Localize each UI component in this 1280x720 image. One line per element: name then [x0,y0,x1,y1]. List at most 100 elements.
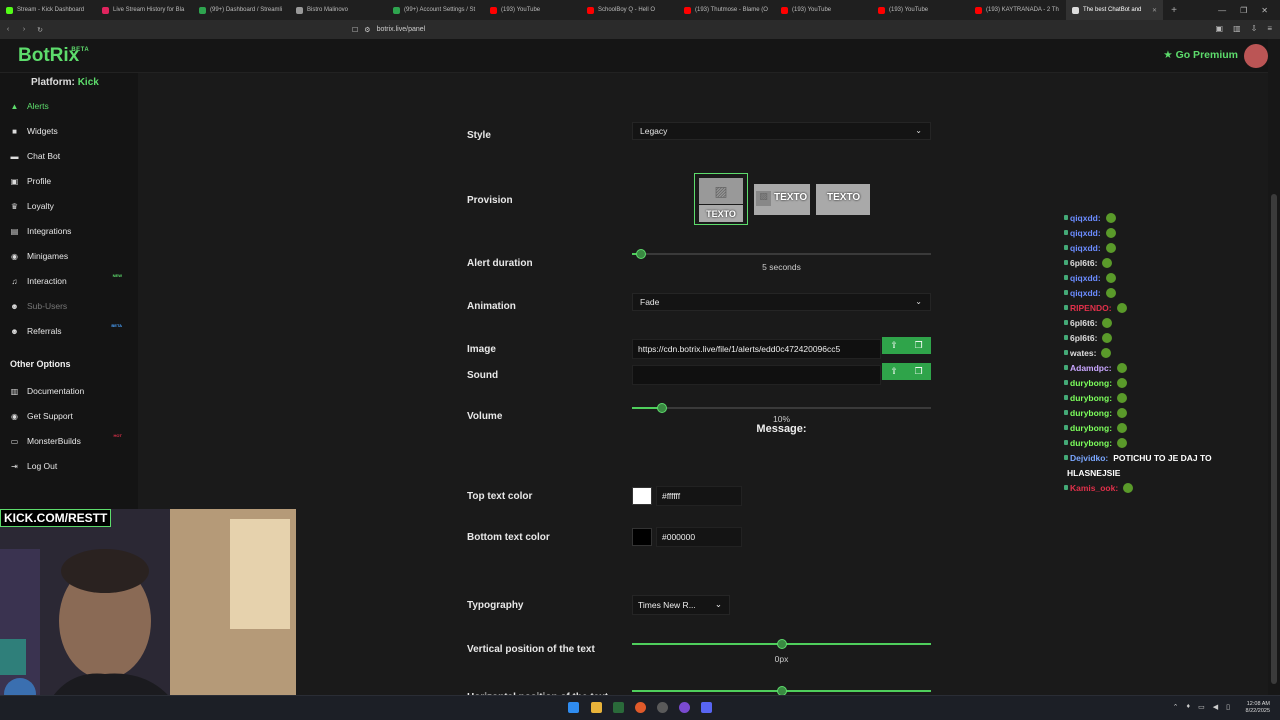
extension-icon[interactable]: ▣ [1216,24,1224,33]
twitch-icon[interactable] [679,702,690,713]
style-select[interactable]: Legacy ⌄ [632,122,931,140]
chat-username: qiqxdd: [1070,242,1101,253]
bottom-color-swatch[interactable] [632,528,652,546]
gallery-icon[interactable]: ❐ [915,366,923,377]
browser-tab[interactable]: (193) YouTube [775,0,872,20]
stream-chat-overlay: qiqxdd: qiqxdd: qiqxdd: 6pl6t6: qiqxdd: qiqxd… [1064,210,1254,495]
maximize-icon[interactable]: ❐ [1240,6,1247,15]
provision-option-stacked[interactable]: ▨ TEXTO [694,173,748,225]
provision-option-side[interactable]: ▨ TEXTO [754,184,810,215]
avatar[interactable] [1244,44,1268,68]
sidebar-item-widgets[interactable]: ■ Widgets [10,123,130,139]
reload-icon[interactable]: ↻ [32,26,48,34]
browser-tab[interactable]: (193) YouTube [872,0,969,20]
sidebar-item-referrals[interactable]: ☻ Referrals BETA [10,323,130,339]
bookmark-icon[interactable]: ☐ [352,26,358,34]
browser-tab[interactable]: The best ChatBot and ✕ [1066,0,1163,20]
sidebar-item-profile[interactable]: ▣ Profile [10,173,130,189]
site-info-icon[interactable]: ⚙ [364,26,370,34]
sidebar-icon[interactable]: ▥ [1233,24,1241,33]
download-icon[interactable]: ⇩ [1251,24,1258,33]
close-icon[interactable]: ✕ [1261,6,1268,15]
new-tab-icon[interactable]: + [1163,5,1185,16]
obs-icon[interactable] [657,702,668,713]
tab-title: (99+) Account Settings / St [404,7,476,13]
chat-badge-icon [1064,320,1068,325]
sound-url-input[interactable] [632,365,881,385]
address-bar[interactable]: ☐ ⚙ botrix.live/panel [352,22,912,37]
scrollbar-thumb[interactable] [1271,194,1277,684]
network-icon[interactable]: ▭ [1198,703,1205,711]
horizontal-position-slider[interactable] [632,686,931,696]
sidebar-item-get-support[interactable]: ◉ Get Support [10,408,130,424]
sidebar-item-label: Loyalty [27,201,54,211]
chevron-down-icon: ⌄ [915,126,922,135]
trophy-icon: ♛ [10,201,19,211]
vertical-position-slider[interactable] [632,639,931,649]
file-explorer-icon[interactable] [591,702,602,713]
alert-duration-slider[interactable] [632,249,931,259]
typography-select[interactable]: Times New R... ⌄ [632,595,730,615]
sidebar-item-chat-bot[interactable]: ▬ Chat Bot [10,148,130,164]
slider-thumb[interactable] [656,403,667,413]
gallery-icon[interactable]: ❐ [915,340,923,351]
browser-tab[interactable]: (99+) Dashboard / Streamli [193,0,290,20]
mic-icon[interactable]: ♦ [1187,703,1191,711]
sidebar-item-label: Documentation [27,386,85,396]
sidebar-item-interaction[interactable]: ♫ Interaction NEW [10,273,130,289]
browser-tab[interactable]: Stream - Kick Dashboard [0,0,96,20]
volume-slider[interactable] [632,403,931,413]
upload-icon[interactable]: ⇪ [890,340,898,351]
slider-thumb[interactable] [635,249,646,259]
browser-tab[interactable]: (193) KAYTRANADA - 2 Th [969,0,1066,20]
emote-icon [1102,257,1113,268]
sidebar-item-label: Minigames [27,251,69,261]
bottom-color-input[interactable]: #000000 [656,527,742,547]
minimize-icon[interactable]: — [1218,6,1226,15]
browser-tab[interactable]: SchoolBoy Q - Hell O [581,0,678,20]
chevron-up-icon[interactable]: ⌃ [1173,703,1179,711]
top-color-input[interactable]: #ffffff [656,486,742,506]
browser-tab[interactable]: (193) Thutmose - Blame (O [678,0,775,20]
browser-tab[interactable]: Bistro Malinovo [290,0,387,20]
sidebar-item-monsterbuilds[interactable]: ▭ MonsterBuilds HOT [10,433,130,449]
emote-icon [1117,377,1128,388]
chat-message: wates: [1064,345,1254,360]
browser-tab[interactable]: Live Stream History for Bla [96,0,193,20]
botrix-logo[interactable]: BotRix BETA [18,45,89,67]
sidebar-item-alerts[interactable]: ▲ Alerts [10,98,130,114]
animation-label: Animation [467,301,516,312]
sidebar-item-integrations[interactable]: ▤ Integrations [10,223,130,239]
emote-icon [1105,227,1116,238]
slider-thumb[interactable] [776,639,787,649]
back-icon[interactable]: ‹ [0,26,16,33]
menu-icon[interactable]: ≡ [1267,24,1272,33]
go-premium-button[interactable]: ★ Go Premium [1163,49,1238,61]
start-icon[interactable] [568,702,579,713]
volume-icon[interactable]: ◀ [1213,703,1218,711]
browser-tab[interactable]: (193) YouTube [484,0,581,20]
app-icon[interactable] [613,702,624,713]
sidebar-item-log-out[interactable]: ⇥ Log Out [10,458,130,474]
chevron-down-icon: ⌄ [915,297,922,306]
page-scrollbar[interactable] [1268,39,1280,695]
forward-icon[interactable]: › [16,26,32,33]
provision-option-text-only[interactable]: TEXTO [816,184,870,215]
browser-tab[interactable]: (99+) Account Settings / St [387,0,484,20]
animation-select[interactable]: Fade ⌄ [632,293,931,311]
sidebar-item-label: MonsterBuilds [27,436,81,446]
taskbar-clock[interactable]: 12:08 AM 8/22/2025 [1246,701,1270,715]
go-premium-label: Go Premium [1175,49,1238,61]
sidebar-item-sub-users[interactable]: ☻ Sub-Users [10,298,130,314]
tab-close-icon[interactable]: ✕ [1152,7,1157,14]
battery-icon[interactable]: ▯ [1226,703,1230,711]
tab-favicon-icon [490,6,497,14]
sidebar-item-minigames[interactable]: ◉ Minigames [10,248,130,264]
sidebar-item-documentation[interactable]: ▥ Documentation [10,383,130,399]
sidebar-item-loyalty[interactable]: ♛ Loyalty [10,198,130,214]
image-url-input[interactable]: https://cdn.botrix.live/file/1/alerts/ed… [632,339,881,359]
upload-icon[interactable]: ⇪ [890,366,898,377]
discord-icon[interactable] [701,702,712,713]
top-color-swatch[interactable] [632,487,652,505]
brave-icon[interactable] [635,702,646,713]
